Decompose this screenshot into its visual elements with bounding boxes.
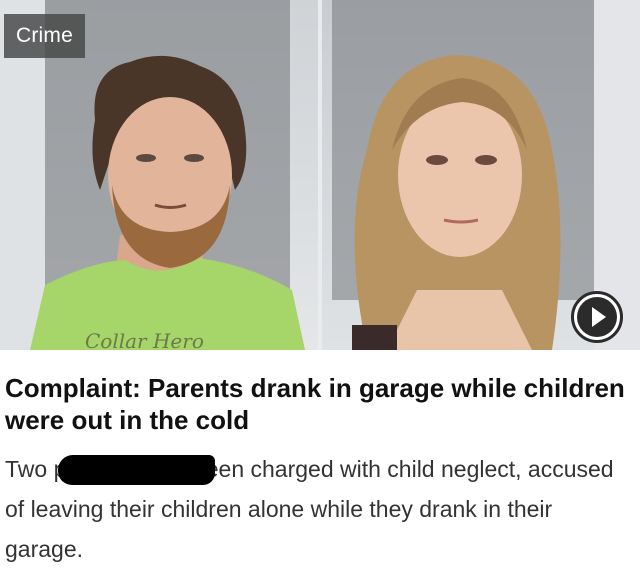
redaction-mark [58, 455, 215, 485]
article-card[interactable]: Collar Hero Crime Complaint: Parents dra… [0, 0, 640, 569]
article-headline[interactable]: Complaint: Parents drank in garage while… [5, 372, 625, 436]
category-badge[interactable]: Crime [4, 14, 85, 58]
video-play-button[interactable] [571, 291, 623, 343]
article-media[interactable]: Collar Hero Crime [0, 0, 640, 350]
shirt-text: Collar Hero [85, 329, 204, 350]
play-icon [577, 297, 617, 337]
